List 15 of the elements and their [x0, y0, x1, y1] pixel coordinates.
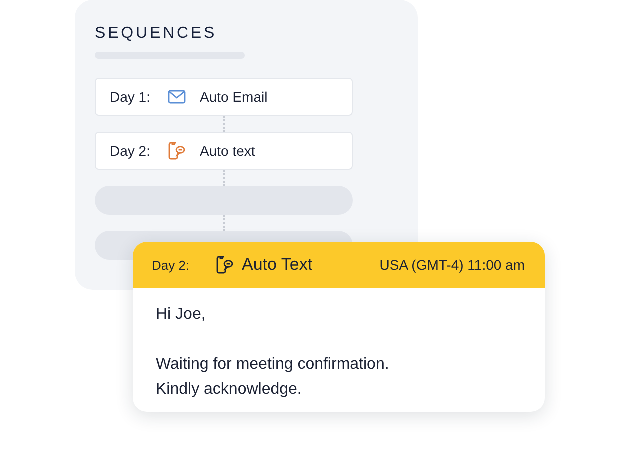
phone-chat-icon [168, 141, 186, 161]
envelope-icon [168, 90, 186, 104]
step-day: Day 2: [110, 143, 168, 159]
panel-title: SEQUENCES [95, 24, 218, 44]
message-text: Hi Joe, [156, 305, 206, 325]
step-day: Day 2: [152, 258, 216, 272]
step-day: Day 1: [110, 89, 168, 105]
phone-chat-icon [216, 255, 234, 275]
step-label: Auto Email [200, 89, 268, 105]
step-label: Auto text [200, 143, 256, 159]
sequence-step[interactable]: Day 2: Auto text [95, 132, 353, 170]
card-title: Auto Text [242, 255, 314, 275]
schedule-time: USA (GMT-4) 11:00 am [380, 257, 525, 273]
message-text: Waiting for meeting confirmation. Kindly acknowledge. [156, 355, 390, 400]
sequence-step[interactable]: Day 1: Auto Email [95, 78, 353, 116]
